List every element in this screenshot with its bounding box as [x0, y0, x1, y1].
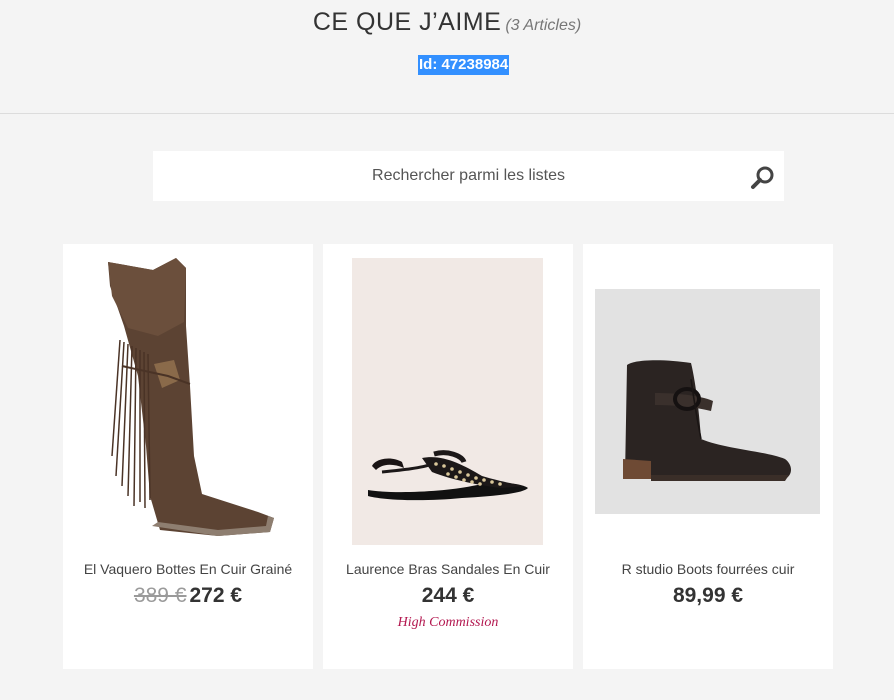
product-prices: 89,99 €	[583, 584, 833, 608]
product-card[interactable]: R studio Boots fourrées cuir 89,99 €	[583, 244, 833, 669]
ankle-boot-image	[623, 360, 791, 481]
list-header: CE QUE J’AIME (3 Articles) Id: 47238984	[0, 0, 894, 114]
product-price: 244 €	[421, 584, 475, 607]
sandal-image	[368, 450, 528, 501]
search-button[interactable]	[748, 163, 778, 191]
search-icon	[751, 166, 774, 189]
list-id: Id: 47238984	[418, 55, 510, 75]
article-count: (3 Articles)	[505, 17, 582, 34]
product-image	[352, 258, 543, 545]
product-prices: 389 €272 €	[63, 584, 313, 608]
search-bar	[153, 151, 784, 201]
product-price: 89,99 €	[672, 584, 744, 607]
product-name: El Vaquero Bottes En Cuir Grainé	[83, 561, 293, 577]
title-row: CE QUE J’AIME (3 Articles)	[0, 8, 894, 37]
product-prices: 244 €	[323, 584, 573, 608]
old-price: 389 €	[133, 584, 187, 607]
product-image	[98, 256, 278, 546]
commission-badge: High Commission	[397, 615, 499, 630]
search-input[interactable]	[153, 151, 784, 201]
product-name: R studio Boots fourrées cuir	[621, 561, 795, 577]
product-name: Laurence Bras Sandales En Cuir	[346, 561, 550, 577]
boot-image	[108, 258, 274, 536]
product-price: 272 €	[189, 584, 243, 607]
page-title: CE QUE J’AIME	[312, 8, 502, 36]
product-card[interactable]: Laurence Bras Sandales En Cuir 244 € Hig…	[323, 244, 573, 669]
product-card[interactable]: El Vaquero Bottes En Cuir Grainé 389 €27…	[63, 244, 313, 669]
product-image	[595, 289, 820, 514]
